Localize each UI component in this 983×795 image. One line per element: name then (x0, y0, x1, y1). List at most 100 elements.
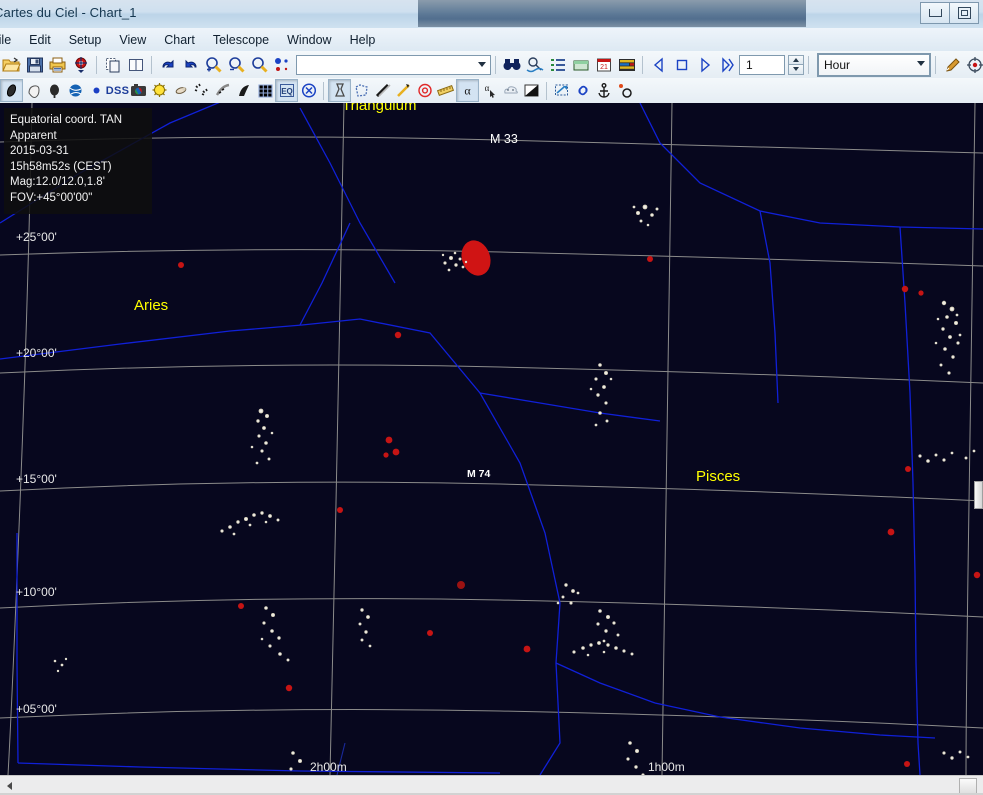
alpha-pointer-icon[interactable]: α (479, 80, 500, 101)
vertical-scrollbar[interactable] (974, 481, 983, 509)
svg-text:21: 21 (600, 64, 608, 71)
pointer-line-icon[interactable] (393, 80, 414, 101)
info-line-projection: Equatorial coord. TAN (10, 114, 123, 126)
menu-bar: File Edit Setup View Chart Telescope Win… (0, 28, 983, 52)
undo-icon[interactable] (156, 53, 179, 76)
dss-image-icon[interactable]: DSS (106, 80, 129, 101)
orbit-icon[interactable] (614, 80, 635, 101)
catalog-icon[interactable] (615, 53, 638, 76)
toolbar-separator (642, 55, 643, 74)
minimize-button[interactable] (920, 2, 950, 24)
minimize-icon (928, 9, 942, 17)
anchor-icon[interactable] (593, 80, 614, 101)
star-dot-icon[interactable] (86, 80, 107, 101)
nebula-shape-icon[interactable] (23, 80, 44, 101)
menu-item-setup[interactable]: Setup (60, 30, 111, 50)
main-toolbar: 21 1 Hour (0, 51, 983, 79)
constellation-figure-icon[interactable] (328, 79, 351, 102)
stop-icon[interactable] (670, 53, 693, 76)
spinner-up-button[interactable] (788, 54, 804, 64)
equatorial-grid-icon[interactable]: EQ (275, 79, 298, 102)
spinner-down-button[interactable] (788, 64, 804, 75)
toolbar-separator (808, 55, 809, 74)
list-icon[interactable] (546, 53, 569, 76)
menu-item-window[interactable]: Window (278, 30, 340, 50)
zoom-in-icon[interactable] (202, 53, 225, 76)
window-controls (920, 2, 979, 24)
circle-target-icon[interactable] (414, 80, 435, 101)
window-title: Cartes du Ciel - Chart_1 (0, 5, 137, 20)
sky-chart-canvas[interactable]: Equatorial coord. TAN Apparent 2015-03-3… (0, 103, 983, 775)
chevron-up-icon (793, 57, 799, 62)
milky-way-icon[interactable] (212, 80, 233, 101)
crosshair-icon[interactable] (963, 53, 983, 76)
info-line-date: 2015-03-31 (10, 145, 69, 158)
asteroid-icon[interactable] (191, 80, 212, 101)
toolbar-separator (323, 81, 324, 100)
menu-item-view[interactable]: View (110, 30, 155, 50)
chevron-down-icon (917, 60, 925, 66)
scroll-left-button[interactable] (1, 777, 17, 794)
star-size-icon[interactable] (271, 53, 294, 76)
horizon-icon[interactable] (569, 53, 592, 76)
save-icon[interactable] (23, 53, 46, 76)
object-search-combo[interactable] (296, 54, 491, 75)
chart-toolbar: DSS EQ α α (0, 78, 983, 104)
bright-star-icon[interactable] (149, 80, 170, 101)
title-bar-image (418, 0, 806, 27)
camera-icon[interactable] (128, 80, 149, 101)
toolbar-separator (151, 55, 152, 74)
toolbar-separator (495, 55, 496, 74)
menu-item-telescope[interactable]: Telescope (204, 30, 278, 50)
restore-icon (957, 7, 971, 19)
print-icon[interactable] (46, 53, 69, 76)
menu-item-edit[interactable]: Edit (20, 30, 60, 50)
constellation-boundary-icon[interactable] (351, 80, 372, 101)
zoom-out-icon[interactable] (225, 53, 248, 76)
target-compass-icon[interactable] (69, 53, 92, 76)
chevron-down-icon (793, 67, 799, 72)
link-icon[interactable] (572, 80, 593, 101)
observing-list-icon[interactable] (523, 53, 546, 76)
menu-item-help[interactable]: Help (341, 30, 385, 50)
time-unit-value: Hour (824, 57, 851, 72)
invert-colors-icon[interactable] (521, 80, 542, 101)
dark-nebula-icon[interactable] (233, 80, 254, 101)
alpha-label-icon[interactable]: α (456, 79, 479, 102)
toolbar-separator (935, 55, 936, 74)
find-binoculars-icon[interactable] (500, 53, 523, 76)
toolbar-separator (96, 55, 97, 74)
info-line-time: 15h58m52s (CEST) (10, 160, 112, 173)
grid-icon[interactable] (254, 80, 275, 101)
split-window-icon[interactable] (124, 53, 147, 76)
open-folder-icon[interactable] (0, 53, 23, 76)
step-back-fast-icon[interactable] (647, 53, 670, 76)
info-line-fov: FOV:+45°00'00" (10, 191, 93, 204)
info-line-magnitude: Mag:12.0/12.0,1.8' (10, 176, 105, 189)
time-unit-combo[interactable]: Hour (817, 52, 931, 77)
planet-icon[interactable] (65, 80, 86, 101)
ecliptic-line-icon[interactable] (372, 80, 393, 101)
menu-item-file[interactable]: File (0, 30, 20, 50)
flashlight-icon[interactable] (940, 53, 963, 76)
compass-icon[interactable] (298, 80, 319, 101)
cloud-icon[interactable] (500, 80, 521, 101)
svg-text:EQ: EQ (281, 87, 293, 96)
planetary-nebula-icon[interactable] (44, 80, 65, 101)
play-fast-icon[interactable] (716, 53, 739, 76)
copy-icon[interactable] (101, 53, 124, 76)
redo-icon[interactable] (179, 53, 202, 76)
ruler-icon[interactable] (435, 80, 456, 101)
step-value-input[interactable]: 1 (739, 54, 785, 75)
menu-item-chart[interactable]: Chart (155, 30, 204, 50)
rectangle-select-icon[interactable] (551, 80, 572, 101)
restore-button[interactable] (950, 2, 979, 24)
comet-icon[interactable] (170, 80, 191, 101)
chevron-down-icon (478, 61, 486, 67)
step-forward-icon[interactable] (693, 53, 716, 76)
step-spinner[interactable] (788, 54, 804, 75)
horizontal-scrollbar[interactable] (0, 775, 983, 795)
zoom-normal-icon[interactable] (248, 53, 271, 76)
galaxy-shape-icon[interactable] (0, 79, 23, 102)
calendar-icon[interactable]: 21 (592, 53, 615, 76)
